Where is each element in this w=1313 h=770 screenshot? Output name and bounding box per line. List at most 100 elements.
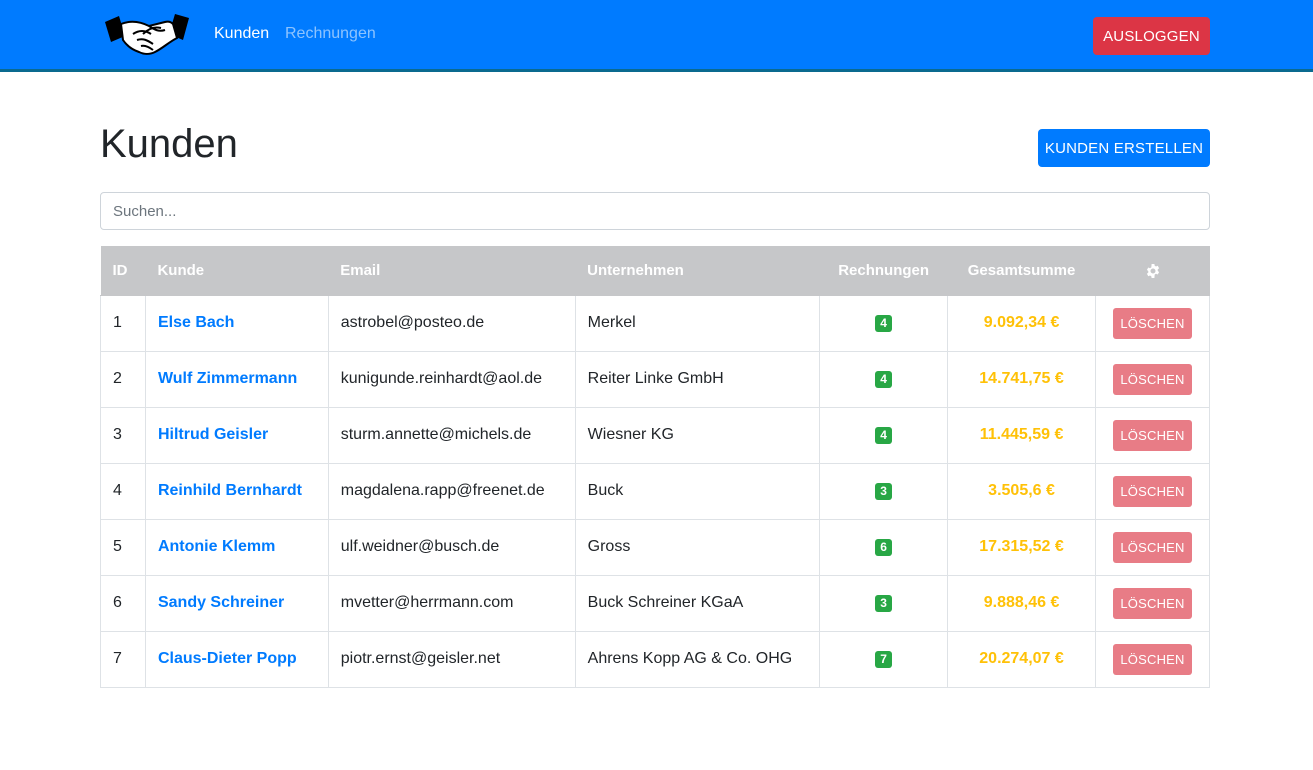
cell-actions: LÖSCHEN — [1095, 294, 1210, 352]
invoice-count-badge: 6 — [875, 539, 893, 556]
invoice-count-badge: 4 — [875, 315, 893, 332]
delete-button[interactable]: LÖSCHEN — [1113, 587, 1192, 619]
cell-kunde: Sandy Schreiner — [144, 574, 329, 632]
create-customer-button[interactable]: KUNDEN ERSTELLEN — [1038, 129, 1210, 167]
customer-name-link[interactable]: Else Bach — [158, 314, 234, 331]
cell-unternehmen: Merkel — [574, 294, 820, 352]
cell-rechnungen: 3 — [819, 574, 948, 632]
customer-name-link[interactable]: Antonie Klemm — [158, 538, 275, 555]
cell-email: piotr.ernst@geisler.net — [327, 630, 576, 688]
total-amount: 9.888,46 € — [983, 594, 1060, 611]
delete-button[interactable]: LÖSCHEN — [1113, 643, 1192, 675]
table-row: 7 Claus-Dieter Popp piotr.ernst@geisler.… — [100, 630, 1210, 688]
search-input[interactable] — [100, 192, 1210, 230]
cell-email: mvetter@herrmann.com — [327, 574, 576, 632]
cell-id: 3 — [100, 406, 146, 464]
invoice-count-badge: 3 — [875, 595, 893, 612]
cell-email: magdalena.rapp@freenet.de — [327, 462, 576, 520]
cell-actions: LÖSCHEN — [1095, 350, 1210, 408]
cell-actions: LÖSCHEN — [1095, 462, 1210, 520]
cell-actions: LÖSCHEN — [1095, 630, 1210, 688]
header-email: Email — [328, 246, 576, 296]
delete-button[interactable]: LÖSCHEN — [1113, 475, 1192, 507]
cell-gesamtsumme: 9.888,46 € — [947, 574, 1096, 632]
cell-gesamtsumme: 3.505,6 € — [947, 462, 1096, 520]
cell-kunde: Else Bach — [144, 294, 329, 352]
cell-kunde: Wulf Zimmermann — [144, 350, 329, 408]
cell-email: sturm.annette@michels.de — [327, 406, 576, 464]
table-row: 3 Hiltrud Geisler sturm.annette@michels.… — [100, 406, 1210, 464]
nav-link-rechnungen[interactable]: Rechnungen — [285, 25, 376, 43]
header-id: ID — [100, 246, 146, 296]
cell-unternehmen: Wiesner KG — [574, 406, 820, 464]
cell-gesamtsumme: 20.274,07 € — [947, 630, 1096, 688]
cell-actions: LÖSCHEN — [1095, 406, 1210, 464]
invoice-count-badge: 4 — [875, 371, 893, 388]
invoice-count-badge: 3 — [875, 483, 893, 500]
cell-unternehmen: Gross — [574, 518, 820, 576]
cell-rechnungen: 7 — [819, 630, 948, 688]
cell-rechnungen: 4 — [819, 406, 948, 464]
invoice-count-badge: 4 — [875, 427, 893, 444]
cell-gesamtsumme: 14.741,75 € — [947, 350, 1096, 408]
table-header-row: ID Kunde Email Unternehmen Rechnungen Ge… — [100, 246, 1210, 296]
cell-actions: LÖSCHEN — [1095, 574, 1210, 632]
cell-id: 4 — [100, 462, 146, 520]
page-title: Kunden — [100, 122, 238, 166]
customer-name-link[interactable]: Claus-Dieter Popp — [158, 650, 297, 667]
nav-link-kunden[interactable]: Kunden — [214, 25, 269, 43]
delete-button[interactable]: LÖSCHEN — [1113, 307, 1192, 339]
cell-id: 6 — [100, 574, 146, 632]
customer-name-link[interactable]: Hiltrud Geisler — [158, 426, 268, 443]
table-row: 4 Reinhild Bernhardt magdalena.rapp@free… — [100, 462, 1210, 520]
header-gesamtsumme: Gesamtsumme — [947, 246, 1096, 296]
cell-email: ulf.weidner@busch.de — [327, 518, 576, 576]
cell-kunde: Reinhild Bernhardt — [144, 462, 329, 520]
cell-unternehmen: Reiter Linke GmbH — [574, 350, 820, 408]
customer-name-link[interactable]: Reinhild Bernhardt — [158, 482, 302, 499]
cell-actions: LÖSCHEN — [1095, 518, 1210, 576]
cell-gesamtsumme: 9.092,34 € — [947, 294, 1096, 352]
cell-unternehmen: Buck — [574, 462, 820, 520]
total-amount: 17.315,52 € — [979, 538, 1064, 555]
gear-icon — [1146, 263, 1159, 278]
cell-kunde: Antonie Klemm — [144, 518, 329, 576]
total-amount: 3.505,6 € — [988, 482, 1055, 499]
customers-table: ID Kunde Email Unternehmen Rechnungen Ge… — [100, 246, 1210, 688]
customer-name-link[interactable]: Wulf Zimmermann — [158, 370, 297, 387]
logout-button[interactable]: AUSLOGGEN — [1093, 17, 1210, 55]
total-amount: 14.741,75 € — [979, 370, 1064, 387]
table-row: 5 Antonie Klemm ulf.weidner@busch.de Gro… — [100, 518, 1210, 576]
cell-rechnungen: 6 — [819, 518, 948, 576]
table-row: 2 Wulf Zimmermann kunigunde.reinhardt@ao… — [100, 350, 1210, 408]
table-row: 1 Else Bach astrobel@posteo.de Merkel 4 … — [100, 294, 1210, 352]
cell-id: 7 — [100, 630, 146, 688]
invoice-count-badge: 7 — [875, 651, 893, 668]
cell-gesamtsumme: 17.315,52 € — [947, 518, 1096, 576]
delete-button[interactable]: LÖSCHEN — [1113, 363, 1192, 395]
delete-button[interactable]: LÖSCHEN — [1113, 419, 1192, 451]
header-rechnungen: Rechnungen — [819, 246, 948, 296]
cell-gesamtsumme: 11.445,59 € — [947, 406, 1096, 464]
cell-unternehmen: Ahrens Kopp AG & Co. OHG — [574, 630, 820, 688]
cell-id: 1 — [100, 294, 146, 352]
total-amount: 20.274,07 € — [979, 650, 1064, 667]
handshake-logo-icon[interactable] — [103, 12, 191, 56]
delete-button[interactable]: LÖSCHEN — [1113, 531, 1192, 563]
total-amount: 9.092,34 € — [983, 314, 1060, 331]
cell-rechnungen: 4 — [819, 294, 948, 352]
header-unternehmen: Unternehmen — [575, 246, 820, 296]
cell-id: 5 — [100, 518, 146, 576]
total-amount: 11.445,59 € — [979, 426, 1064, 443]
cell-email: kunigunde.reinhardt@aol.de — [327, 350, 576, 408]
cell-rechnungen: 4 — [819, 350, 948, 408]
header-kunde: Kunde — [145, 246, 329, 296]
cell-id: 2 — [100, 350, 146, 408]
customer-name-link[interactable]: Sandy Schreiner — [158, 594, 284, 611]
cell-unternehmen: Buck Schreiner KGaA — [574, 574, 820, 632]
cell-email: astrobel@posteo.de — [327, 294, 576, 352]
table-row: 6 Sandy Schreiner mvetter@herrmann.com B… — [100, 574, 1210, 632]
header-actions — [1095, 246, 1210, 296]
top-navbar: Kunden Rechnungen AUSLOGGEN — [0, 0, 1313, 72]
cell-kunde: Hiltrud Geisler — [144, 406, 329, 464]
